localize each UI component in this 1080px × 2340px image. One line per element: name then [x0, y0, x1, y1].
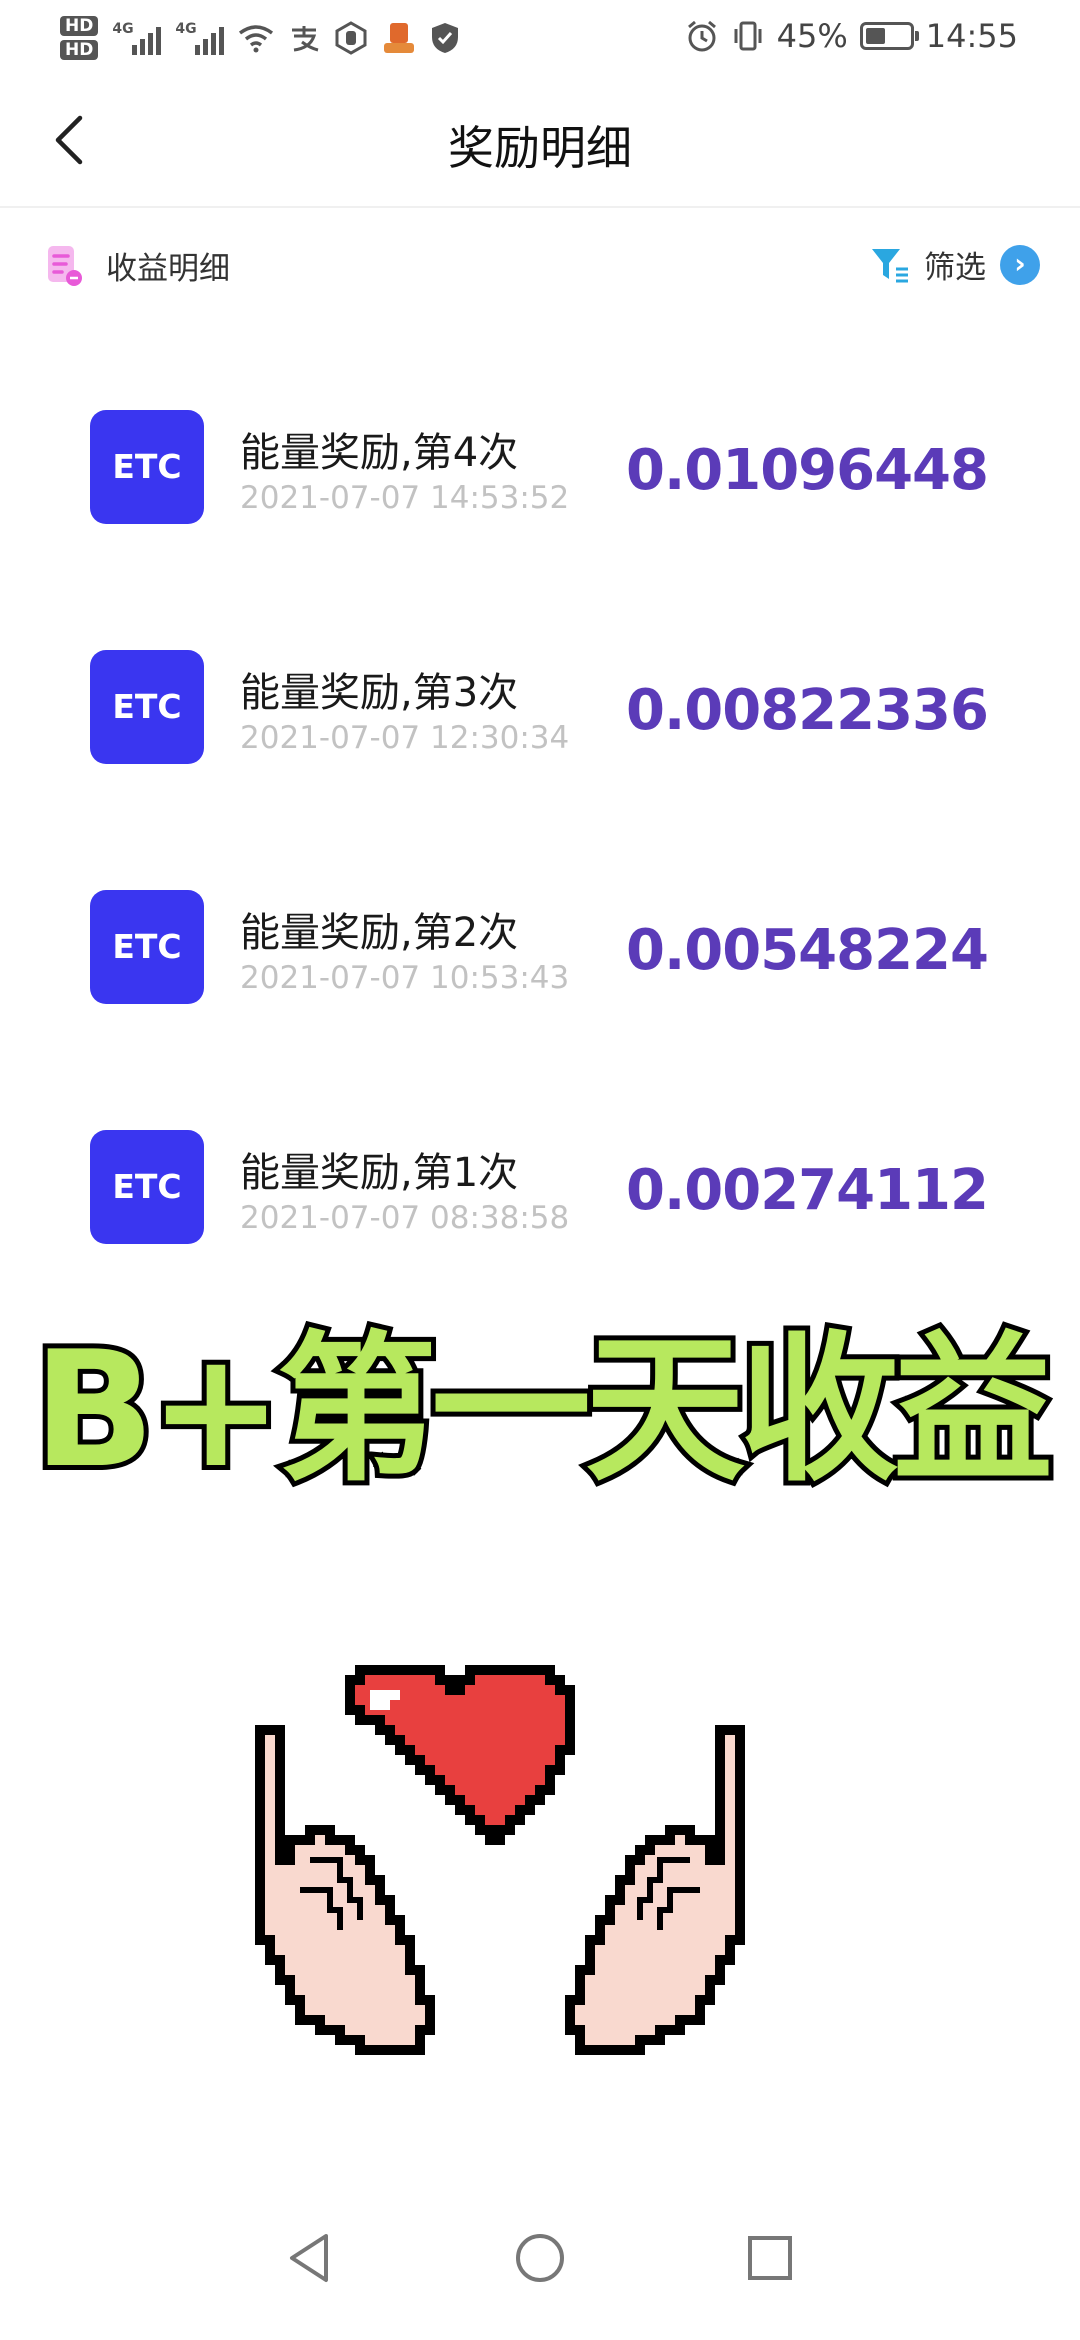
record-time: 2021-07-07 10:53:43 — [240, 960, 570, 996]
chevron-right-icon[interactable]: › — [1000, 244, 1040, 285]
nav-back-icon[interactable] — [280, 2228, 340, 2288]
filter-button[interactable]: 筛选 › — [870, 242, 1040, 287]
status-left: HD HD 4G 4G — [60, 8, 460, 68]
battery-fill — [865, 28, 885, 44]
record-title: 能量奖励,第4次 — [240, 430, 519, 476]
status-bar: HD HD 4G 4G 45% 14:55 — [0, 0, 1080, 72]
network-type-1: 4G — [112, 21, 134, 37]
list-item[interactable]: ETC 能量奖励,第4次 2021-07-07 14:53:52 0.01096… — [0, 380, 1080, 620]
network-type-2: 4G — [175, 21, 197, 37]
coin-badge: ETC — [90, 410, 204, 524]
heart-hands-icon — [255, 1665, 745, 2055]
app-badge-icon — [384, 23, 415, 53]
page-title: 奖励明细 — [448, 121, 632, 175]
battery-percent: 45% — [776, 17, 848, 55]
nav-recents-icon[interactable] — [740, 2228, 800, 2288]
signal-icon-1: 4G — [112, 21, 162, 55]
list-item[interactable]: ETC 能量奖励,第2次 2021-07-07 10:53:43 0.00548… — [0, 860, 1080, 1100]
earnings-detail-label: 收益明细 — [106, 250, 230, 287]
coin-badge: ETC — [90, 1130, 204, 1244]
app-header: 奖励明细 — [0, 72, 1080, 208]
wifi-icon — [239, 25, 274, 53]
hd-icon-1: HD — [60, 16, 99, 36]
alipay-icon — [292, 26, 319, 52]
nav-home-icon[interactable] — [510, 2228, 570, 2288]
record-time: 2021-07-07 14:53:52 — [240, 480, 570, 516]
subheader-bar: 收益明细 筛选 › — [0, 228, 1080, 304]
alarm-icon — [687, 20, 716, 52]
coin-badge: ETC — [90, 890, 204, 1004]
status-time: 14:55 — [925, 17, 1018, 55]
signal-icon-2: 4G — [175, 21, 225, 55]
record-amount: 0.01096448 — [626, 438, 989, 503]
hd-icon-2: HD — [60, 40, 99, 60]
earnings-detail-tab[interactable]: 收益明细 — [44, 242, 230, 288]
list-item[interactable]: ETC 能量奖励,第3次 2021-07-07 12:30:34 0.00822… — [0, 620, 1080, 860]
record-time: 2021-07-07 12:30:34 — [240, 720, 570, 756]
record-title: 能量奖励,第1次 — [240, 1150, 519, 1196]
coin-badge: ETC — [90, 650, 204, 764]
hand-app-icon — [335, 21, 367, 55]
record-amount: 0.00548224 — [626, 918, 989, 983]
status-right: 45% 14:55 — [685, 14, 1018, 58]
record-amount: 0.00274112 — [626, 1158, 989, 1223]
vibrate-icon — [734, 21, 762, 51]
record-title: 能量奖励,第2次 — [240, 910, 519, 956]
list-item[interactable]: ETC 能量奖励,第1次 2021-07-07 08:38:58 0.00274… — [0, 1100, 1080, 1340]
record-title: 能量奖励,第3次 — [240, 670, 519, 716]
record-amount: 0.00822336 — [626, 678, 989, 743]
record-time: 2021-07-07 08:38:58 — [240, 1200, 570, 1236]
overlay-caption: B+第一天收益 — [28, 1316, 1058, 1503]
hd-indicators: HD HD — [60, 16, 99, 60]
reward-list: ETC 能量奖励,第4次 2021-07-07 14:53:52 0.01096… — [0, 380, 1080, 1340]
document-icon — [48, 246, 82, 286]
system-nav-bar — [0, 2180, 1080, 2340]
filter-label: 筛选 — [924, 250, 986, 286]
filter-icon — [872, 248, 908, 282]
shield-icon — [432, 23, 459, 53]
battery-icon — [859, 22, 919, 50]
